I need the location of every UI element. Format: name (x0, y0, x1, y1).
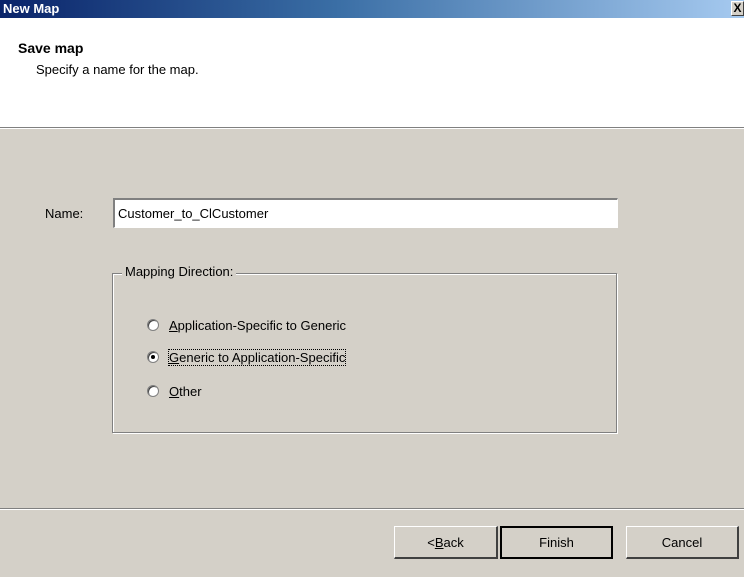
radio-button-icon[interactable] (147, 319, 159, 331)
radio-label: Generic to Application-Specific (167, 348, 347, 366)
radio-button-icon[interactable] (147, 385, 159, 397)
title-bar: New Map X (0, 0, 744, 18)
radio-generic-to-app[interactable]: Generic to Application-Specific (147, 348, 347, 366)
footer-divider (0, 508, 744, 510)
cancel-button[interactable]: Cancel (626, 526, 739, 559)
page-title: Save map (18, 40, 84, 56)
close-icon: X (733, 1, 742, 15)
page-subtitle: Specify a name for the map. (36, 62, 199, 77)
back-button[interactable]: < Back (394, 526, 498, 559)
finish-button[interactable]: Finish (500, 526, 613, 559)
mapping-direction-legend: Mapping Direction: (122, 264, 237, 279)
radio-label: Application-Specific to Generic (169, 317, 347, 333)
name-input[interactable] (113, 198, 618, 228)
radio-label: Other (169, 383, 202, 399)
radio-other[interactable]: Other (147, 382, 202, 400)
window-title: New Map (3, 1, 60, 16)
radio-button-checked-icon[interactable] (147, 351, 159, 363)
name-label: Name: (45, 206, 84, 221)
radio-app-to-generic[interactable]: Application-Specific to Generic (147, 316, 346, 334)
close-button[interactable]: X (731, 1, 744, 16)
